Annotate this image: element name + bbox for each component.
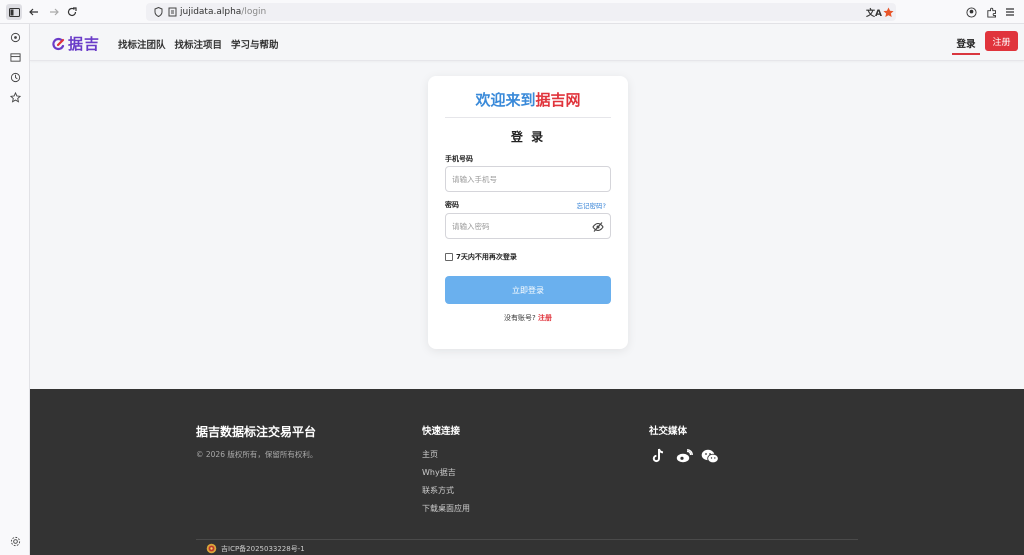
- reload-icon[interactable]: [64, 4, 80, 20]
- logo-text: 据吉: [68, 35, 101, 53]
- remember-checkbox[interactable]: [445, 253, 453, 261]
- bookmarks-icon[interactable]: [8, 90, 22, 104]
- phone-field[interactable]: [445, 166, 611, 192]
- remember-label: 7天内不用再次登录: [456, 253, 517, 261]
- police-badge-icon: [206, 543, 217, 554]
- no-account-text: 没有账号?: [504, 314, 538, 322]
- main-nav: 找标注团队 找标注项目 学习与帮助: [118, 37, 279, 51]
- back-icon[interactable]: [26, 4, 42, 20]
- browser-sidebar: [0, 24, 30, 555]
- toggle-visibility-eye-icon[interactable]: [592, 221, 604, 233]
- wechat-icon[interactable]: [701, 447, 719, 465]
- footer-link-contact[interactable]: 联系方式: [422, 485, 454, 496]
- site-header: 据吉 找标注团队 找标注项目 学习与帮助 登录 注册: [30, 24, 1024, 61]
- welcome-heading: 欢迎来到据吉网: [428, 89, 628, 110]
- login-form-title: 登 录: [510, 130, 546, 144]
- ai-chat-icon[interactable]: [8, 30, 22, 44]
- remember-me[interactable]: 7天内不用再次登录: [445, 252, 517, 262]
- url-text[interactable]: jujidata.alpha/login: [180, 4, 266, 20]
- quick-links-heading: 快速连接: [422, 426, 461, 437]
- welcome-text: 欢迎来到: [475, 91, 536, 109]
- footer-link-download[interactable]: 下载桌面应用: [422, 503, 470, 514]
- browser-toolbar: jujidata.alpha/login 文A: [0, 0, 1024, 24]
- tabs-icon[interactable]: [8, 50, 22, 64]
- site-logo[interactable]: 据吉: [52, 33, 100, 54]
- footer-link-why[interactable]: Why据吉: [422, 467, 456, 478]
- header-register-button[interactable]: 注册: [985, 31, 1018, 51]
- site-footer: 据吉数据标注交易平台 © 2026 版权所有，保留所有权利。 快速连接 主页 W…: [30, 389, 1024, 555]
- extensions-icon[interactable]: [983, 4, 999, 20]
- page-info-icon[interactable]: [164, 4, 180, 20]
- login-submit-button[interactable]: 立即登录: [445, 276, 611, 304]
- icp-text[interactable]: 吉ICP备2025033228号-1: [221, 544, 305, 554]
- card-register-link[interactable]: 注册: [538, 314, 552, 322]
- forward-icon[interactable]: [46, 4, 62, 20]
- welcome-brand: 据吉网: [535, 91, 581, 109]
- footer-divider: [196, 539, 858, 540]
- footer-link-home[interactable]: 主页: [422, 449, 438, 460]
- tiktok-icon[interactable]: [649, 447, 667, 465]
- phone-label: 手机号码: [445, 155, 473, 163]
- account-icon[interactable]: [963, 4, 979, 20]
- card-divider: [445, 117, 611, 118]
- password-field[interactable]: [445, 213, 611, 239]
- no-account-line: 没有账号? 注册: [428, 313, 628, 323]
- icp-record[interactable]: 吉ICP备2025033228号-1: [206, 543, 305, 554]
- phone-input[interactable]: [446, 167, 586, 192]
- footer-brand-title: 据吉数据标注交易平台: [196, 425, 317, 439]
- history-icon[interactable]: [8, 70, 22, 84]
- nav-find-team[interactable]: 找标注团队: [118, 37, 166, 51]
- login-card: 欢迎来到据吉网 登 录 手机号码 密码 忘记密码? 7天内不用再次登录 立即登录…: [428, 76, 628, 349]
- nav-find-project[interactable]: 找标注项目: [175, 37, 223, 51]
- forgot-password-link[interactable]: 忘记密码?: [577, 200, 606, 210]
- password-input[interactable]: [446, 214, 586, 239]
- footer-copyright: © 2026 版权所有，保留所有权利。: [196, 450, 318, 459]
- social-icons: [649, 447, 719, 465]
- password-label: 密码: [445, 201, 459, 209]
- social-heading: 社交媒体: [649, 426, 688, 437]
- nav-learn-help[interactable]: 学习与帮助: [231, 37, 279, 51]
- settings-gear-icon[interactable]: [8, 534, 22, 548]
- bookmark-star-icon[interactable]: [880, 4, 896, 20]
- header-login-link[interactable]: 登录: [952, 36, 980, 55]
- sidebar-toggle-icon[interactable]: [6, 4, 22, 20]
- logo-mark-icon: [52, 37, 65, 50]
- menu-icon[interactable]: [1002, 4, 1018, 20]
- weibo-icon[interactable]: [675, 447, 693, 465]
